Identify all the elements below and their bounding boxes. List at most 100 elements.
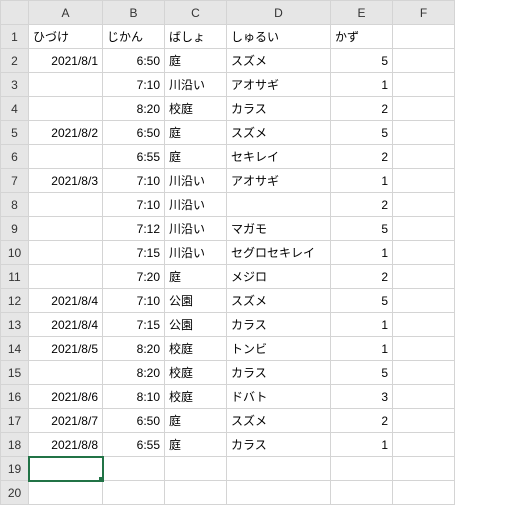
cell-A1[interactable]: ひづけ <box>29 25 103 49</box>
cell-E14[interactable]: 1 <box>331 337 393 361</box>
row-header-6[interactable]: 6 <box>1 145 29 169</box>
cell-C13[interactable]: 公園 <box>165 313 227 337</box>
col-header-E[interactable]: E <box>331 1 393 25</box>
cell-F7[interactable] <box>393 169 455 193</box>
cell-C17[interactable]: 庭 <box>165 409 227 433</box>
row-header-4[interactable]: 4 <box>1 97 29 121</box>
cell-B11[interactable]: 7:20 <box>103 265 165 289</box>
cell-B16[interactable]: 8:10 <box>103 385 165 409</box>
cell-F17[interactable] <box>393 409 455 433</box>
cell-E9[interactable]: 5 <box>331 217 393 241</box>
cell-C5[interactable]: 庭 <box>165 121 227 145</box>
cell-C16[interactable]: 校庭 <box>165 385 227 409</box>
cell-F9[interactable] <box>393 217 455 241</box>
cell-B13[interactable]: 7:15 <box>103 313 165 337</box>
cell-A3[interactable] <box>29 73 103 97</box>
cell-C4[interactable]: 校庭 <box>165 97 227 121</box>
cell-F10[interactable] <box>393 241 455 265</box>
cell-B4[interactable]: 8:20 <box>103 97 165 121</box>
cell-A20[interactable] <box>29 481 103 505</box>
cell-E19[interactable] <box>331 457 393 481</box>
cell-A16[interactable]: 2021/8/6 <box>29 385 103 409</box>
cell-E7[interactable]: 1 <box>331 169 393 193</box>
col-header-F[interactable]: F <box>393 1 455 25</box>
cell-C14[interactable]: 校庭 <box>165 337 227 361</box>
cell-B2[interactable]: 6:50 <box>103 49 165 73</box>
row-header-16[interactable]: 16 <box>1 385 29 409</box>
row-header-13[interactable]: 13 <box>1 313 29 337</box>
cell-E13[interactable]: 1 <box>331 313 393 337</box>
row-header-17[interactable]: 17 <box>1 409 29 433</box>
cell-A13[interactable]: 2021/8/4 <box>29 313 103 337</box>
cell-E17[interactable]: 2 <box>331 409 393 433</box>
cell-D13[interactable]: カラス <box>227 313 331 337</box>
row-header-1[interactable]: 1 <box>1 25 29 49</box>
cell-B7[interactable]: 7:10 <box>103 169 165 193</box>
cell-E15[interactable]: 5 <box>331 361 393 385</box>
cell-D20[interactable] <box>227 481 331 505</box>
cell-E6[interactable]: 2 <box>331 145 393 169</box>
cell-F20[interactable] <box>393 481 455 505</box>
cell-F16[interactable] <box>393 385 455 409</box>
cell-D14[interactable]: トンビ <box>227 337 331 361</box>
cell-A4[interactable] <box>29 97 103 121</box>
cell-F5[interactable] <box>393 121 455 145</box>
cell-A17[interactable]: 2021/8/7 <box>29 409 103 433</box>
cell-A11[interactable] <box>29 265 103 289</box>
cell-C12[interactable]: 公園 <box>165 289 227 313</box>
cell-F19[interactable] <box>393 457 455 481</box>
row-header-2[interactable]: 2 <box>1 49 29 73</box>
cell-E1[interactable]: かず <box>331 25 393 49</box>
cell-E4[interactable]: 2 <box>331 97 393 121</box>
cell-F4[interactable] <box>393 97 455 121</box>
row-header-10[interactable]: 10 <box>1 241 29 265</box>
cell-C6[interactable]: 庭 <box>165 145 227 169</box>
row-header-3[interactable]: 3 <box>1 73 29 97</box>
cell-B12[interactable]: 7:10 <box>103 289 165 313</box>
cell-A7[interactable]: 2021/8/3 <box>29 169 103 193</box>
cell-F13[interactable] <box>393 313 455 337</box>
cell-C2[interactable]: 庭 <box>165 49 227 73</box>
cell-C10[interactable]: 川沿い <box>165 241 227 265</box>
cell-A5[interactable]: 2021/8/2 <box>29 121 103 145</box>
cell-A2[interactable]: 2021/8/1 <box>29 49 103 73</box>
cell-E18[interactable]: 1 <box>331 433 393 457</box>
cell-D2[interactable]: スズメ <box>227 49 331 73</box>
cell-C20[interactable] <box>165 481 227 505</box>
cell-E5[interactable]: 5 <box>331 121 393 145</box>
cell-E2[interactable]: 5 <box>331 49 393 73</box>
cell-E3[interactable]: 1 <box>331 73 393 97</box>
cell-B8[interactable]: 7:10 <box>103 193 165 217</box>
cell-A15[interactable] <box>29 361 103 385</box>
row-header-7[interactable]: 7 <box>1 169 29 193</box>
cell-D7[interactable]: アオサギ <box>227 169 331 193</box>
col-header-B[interactable]: B <box>103 1 165 25</box>
row-header-20[interactable]: 20 <box>1 481 29 505</box>
cell-D3[interactable]: アオサギ <box>227 73 331 97</box>
cell-B5[interactable]: 6:50 <box>103 121 165 145</box>
cell-A8[interactable] <box>29 193 103 217</box>
row-header-15[interactable]: 15 <box>1 361 29 385</box>
cell-B14[interactable]: 8:20 <box>103 337 165 361</box>
cell-F15[interactable] <box>393 361 455 385</box>
cell-E8[interactable]: 2 <box>331 193 393 217</box>
cell-B9[interactable]: 7:12 <box>103 217 165 241</box>
cell-D1[interactable]: しゅるい <box>227 25 331 49</box>
cell-D12[interactable]: スズメ <box>227 289 331 313</box>
cell-F14[interactable] <box>393 337 455 361</box>
cell-B1[interactable]: じかん <box>103 25 165 49</box>
cell-E20[interactable] <box>331 481 393 505</box>
cell-D16[interactable]: ドバト <box>227 385 331 409</box>
col-header-A[interactable]: A <box>29 1 103 25</box>
cell-E12[interactable]: 5 <box>331 289 393 313</box>
col-header-D[interactable]: D <box>227 1 331 25</box>
select-all-corner[interactable] <box>1 1 29 25</box>
cell-B18[interactable]: 6:55 <box>103 433 165 457</box>
cell-E16[interactable]: 3 <box>331 385 393 409</box>
cell-C1[interactable]: ばしょ <box>165 25 227 49</box>
cell-E11[interactable]: 2 <box>331 265 393 289</box>
cell-D17[interactable]: スズメ <box>227 409 331 433</box>
cell-C19[interactable] <box>165 457 227 481</box>
cell-C8[interactable]: 川沿い <box>165 193 227 217</box>
row-header-9[interactable]: 9 <box>1 217 29 241</box>
